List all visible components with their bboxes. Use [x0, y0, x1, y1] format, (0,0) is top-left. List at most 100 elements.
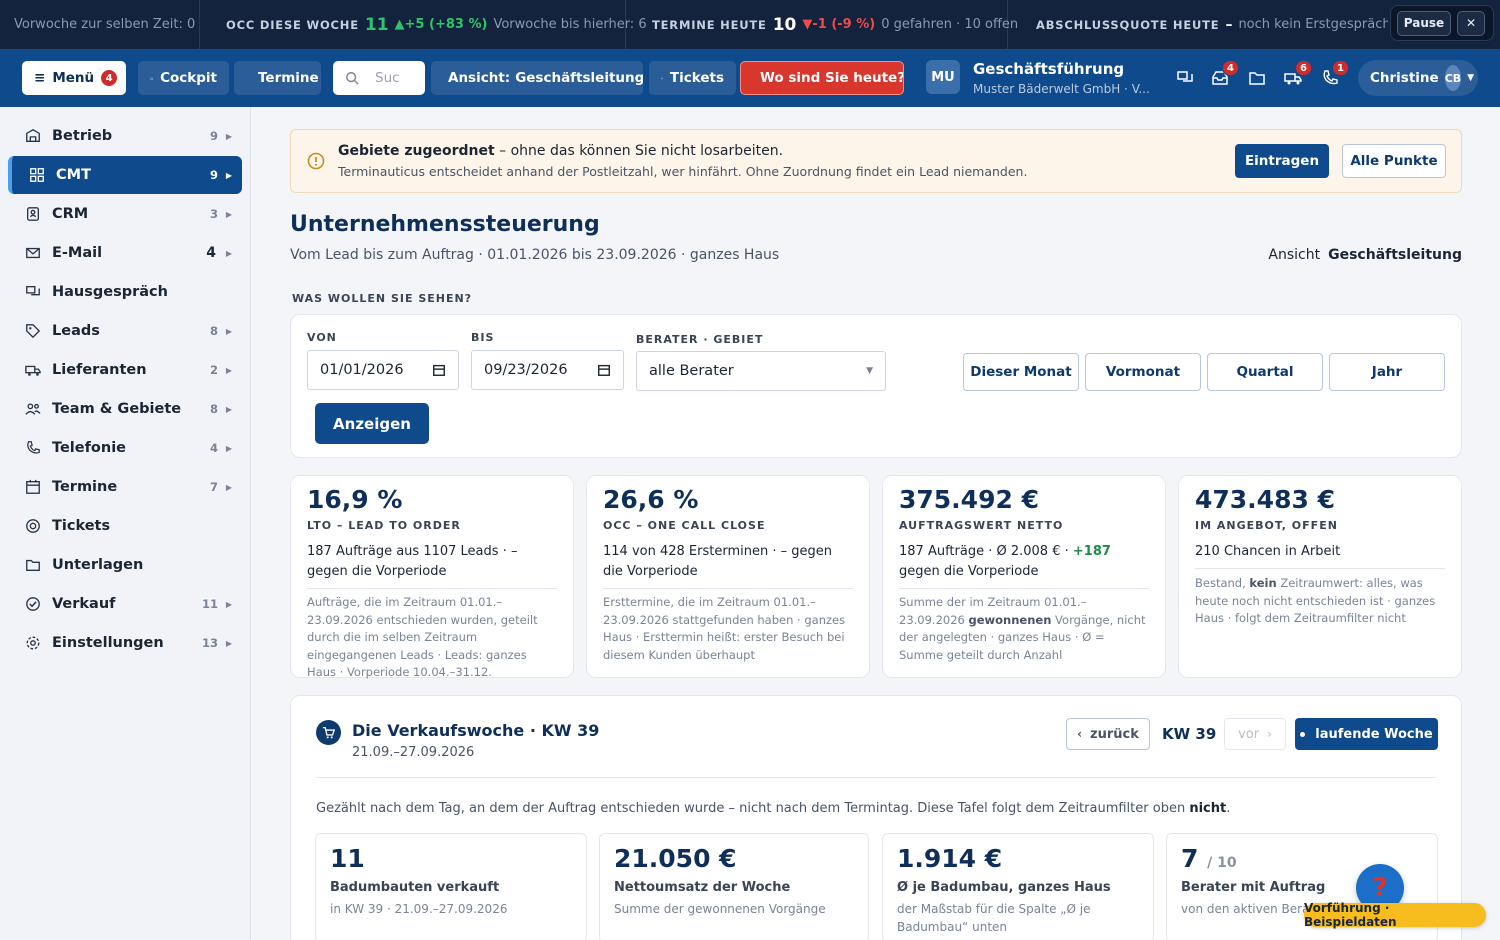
phone-button[interactable]: 1	[1317, 60, 1349, 91]
sidebar-item-crm[interactable]: CRM 3 ▶	[8, 195, 242, 233]
search-input[interactable]: Suc	[375, 70, 400, 86]
sidebar-item-count: 4	[206, 245, 216, 261]
sidebar-item-count: 13	[201, 636, 218, 650]
kpi-note: Aufträge, die im Zeitraum 01.01.–23.09.2…	[307, 595, 538, 679]
close-ticker-button[interactable]: ✕	[1457, 10, 1485, 36]
sidebar-item-betrieb[interactable]: Betrieb 9 ▶	[8, 117, 242, 155]
week-tile-average: 1.914 € Ø je Badumbau, ganzes Haus der M…	[882, 833, 1154, 940]
sidebar-item-label: Leads	[52, 323, 100, 339]
kpi-value: 375.492 €	[899, 485, 1039, 514]
check-badge-icon	[24, 595, 42, 613]
tile-sub: in KW 39 · 21.09.–27.09.2026	[330, 902, 508, 916]
berater-select[interactable]: alle Berater ▼	[636, 351, 886, 391]
notice-heading: Gebiete zugeordnet – ohne das können Sie…	[338, 143, 783, 159]
chevron-right-icon: ▶	[225, 131, 232, 141]
alle-punkte-button[interactable]: Alle Punkte	[1342, 144, 1446, 178]
eintragen-button[interactable]: Eintragen	[1235, 144, 1329, 178]
anzeigen-button[interactable]: Anzeigen	[315, 403, 429, 444]
view-selector[interactable]: Ansicht: Geschäftsleitung ▼	[431, 61, 643, 95]
calendar-icon	[433, 364, 445, 376]
sidebar-item-tickets[interactable]: Tickets	[8, 507, 242, 545]
preset-dieser-monat[interactable]: Dieser Monat	[963, 353, 1079, 391]
kpi-delta: +187	[1072, 544, 1111, 559]
chevron-down-icon: ▼	[866, 366, 873, 376]
sidebar-item-label: CRM	[52, 206, 89, 222]
tile-sub: von den aktiven Berate	[1181, 902, 1322, 916]
week-note: Gezählt nach dem Tag, an dem der Auftrag…	[316, 801, 1230, 816]
sidebar-item-label: Termine	[52, 479, 118, 495]
preset-vormonat[interactable]: Vormonat	[1085, 353, 1201, 391]
kpi-note: Ersttermine, die im Zeitraum 01.01.–23.0…	[603, 595, 846, 662]
chevron-right-icon: ▶	[225, 404, 232, 414]
ticker-prev-week: Vorwoche zur selben Zeit: 0	[0, 0, 200, 49]
week-tile-revenue: 21.050 € Nettoumsatz der Woche Summe der…	[599, 833, 869, 940]
kpi-card-occ: 26,6 % OCC – ONE CALL CLOSE 114 von 428 …	[586, 475, 870, 678]
pause-button[interactable]: Pause	[1397, 10, 1451, 36]
sidebar-item-telefonie[interactable]: Telefonie 4 ▶	[8, 429, 242, 467]
kpi-card-angebot: 473.483 € IM ANGEBOT, OFFEN 210 Chancen …	[1178, 475, 1462, 678]
sidebar-item-count: 7	[209, 480, 218, 494]
tickets-label: Tickets	[669, 70, 724, 86]
tickets-button[interactable]: Tickets	[649, 61, 736, 95]
menu-button[interactable]: ≡ Menü 4	[22, 61, 126, 95]
location-button[interactable]: Wo sind Sie heute?	[740, 61, 904, 95]
bis-date-input[interactable]: 09/23/2026	[471, 350, 624, 390]
kpi-title: OCC – ONE CALL CLOSE	[603, 519, 766, 532]
user-name: Christine	[1370, 70, 1439, 86]
dot-icon	[1300, 731, 1306, 737]
divider	[1195, 568, 1445, 569]
search-box[interactable]: Suc	[333, 61, 425, 95]
user-menu[interactable]: Christine CB ▼	[1358, 60, 1478, 96]
sidebar-item-label: Verkauf	[52, 596, 116, 612]
sidebar-item-hausgespräch[interactable]: Hausgespräch	[8, 273, 242, 311]
chevron-right-icon: ▶	[225, 638, 232, 648]
divider	[899, 588, 1149, 589]
chat-icon	[1177, 71, 1193, 82]
sidebar-item-label: Telefonie	[52, 440, 127, 456]
notice-body: Terminauticus entscheidet anhand der Pos…	[338, 164, 1028, 179]
sales-button[interactable]: 6	[1280, 60, 1312, 91]
chevron-right-icon: ▶	[225, 326, 232, 336]
week-next-button[interactable]: vor ›	[1224, 718, 1286, 750]
sidebar-item-lieferanten[interactable]: Lieferanten 2 ▶	[8, 351, 242, 389]
divider	[307, 588, 557, 589]
preset-quartal[interactable]: Quartal	[1207, 353, 1323, 391]
inbox-button[interactable]: 4	[1207, 60, 1239, 91]
von-date-input[interactable]: 01/01/2026	[307, 350, 459, 390]
mail-icon	[24, 244, 42, 262]
tile-title: Nettoumsatz der Woche	[614, 880, 791, 895]
ticker-abschluss: ABSCHLUSSQUOTE HEUTE – noch kein Erstges…	[1008, 0, 1388, 49]
sidebar-item-label: Tickets	[52, 518, 111, 534]
sidebar-item-cmt[interactable]: CMT 9 ▶	[8, 156, 242, 194]
tag-icon	[24, 322, 42, 340]
kpi-description: 114 von 428 Ersterminen · – gegen die Vo…	[603, 544, 832, 579]
ticker-termine: TERMINE HEUTE 10 ▼-1 (-9 %) 0 gefahren ·…	[626, 0, 1018, 49]
cockpit-button[interactable]: Cockpit	[138, 61, 229, 95]
org-subtitle: Muster Bäderwelt GmbH · V...	[973, 82, 1150, 96]
sidebar-item-team-gebiete[interactable]: Team & Gebiete 8 ▶	[8, 390, 242, 428]
week-back-button[interactable]: ‹ zurück	[1066, 718, 1150, 750]
sidebar-item-leads[interactable]: Leads 8 ▶	[8, 312, 242, 350]
kpi-value: 473.483 €	[1195, 485, 1335, 514]
sidebar-item-unterlagen[interactable]: Unterlagen	[8, 546, 242, 584]
sidebar-item-verkauf[interactable]: Verkauf 11 ▶	[8, 585, 242, 623]
kpi-card-auftragswert: 375.492 € AUFTRAGSWERT NETTO 187 Aufträg…	[882, 475, 1166, 678]
grid-icon	[28, 166, 46, 184]
current-week-button[interactable]: laufende Woche	[1295, 718, 1438, 750]
sidebar-item-label: CMT	[56, 167, 91, 183]
gear-icon	[24, 634, 42, 652]
sidebar-item-einstellungen[interactable]: Einstellungen 13 ▶	[8, 624, 242, 662]
sidebar-item-termine[interactable]: Termine 7 ▶	[8, 468, 242, 506]
preset-jahr[interactable]: Jahr	[1329, 353, 1445, 391]
page-subtitle: Vom Lead bis zum Auftrag · 01.01.2026 bi…	[290, 247, 780, 263]
demo-badge: Vorführung · Beispieldaten	[1304, 901, 1486, 929]
week-tile-sold: 11 Badumbauten verkauft in KW 39 · 21.09…	[315, 833, 587, 940]
folder-button[interactable]	[1244, 65, 1270, 91]
chat-button[interactable]	[1172, 65, 1198, 91]
termine-button[interactable]: Termine	[234, 61, 321, 95]
lifebuoy-icon	[661, 77, 663, 79]
ticker-prev-week-text: Vorwoche zur selben Zeit: 0	[14, 17, 196, 32]
sidebar-item-e-mail[interactable]: E-Mail 4 ▶	[8, 234, 242, 272]
ticker-abschluss-value: –	[1225, 16, 1233, 33]
berater-value: alle Berater	[649, 363, 734, 379]
